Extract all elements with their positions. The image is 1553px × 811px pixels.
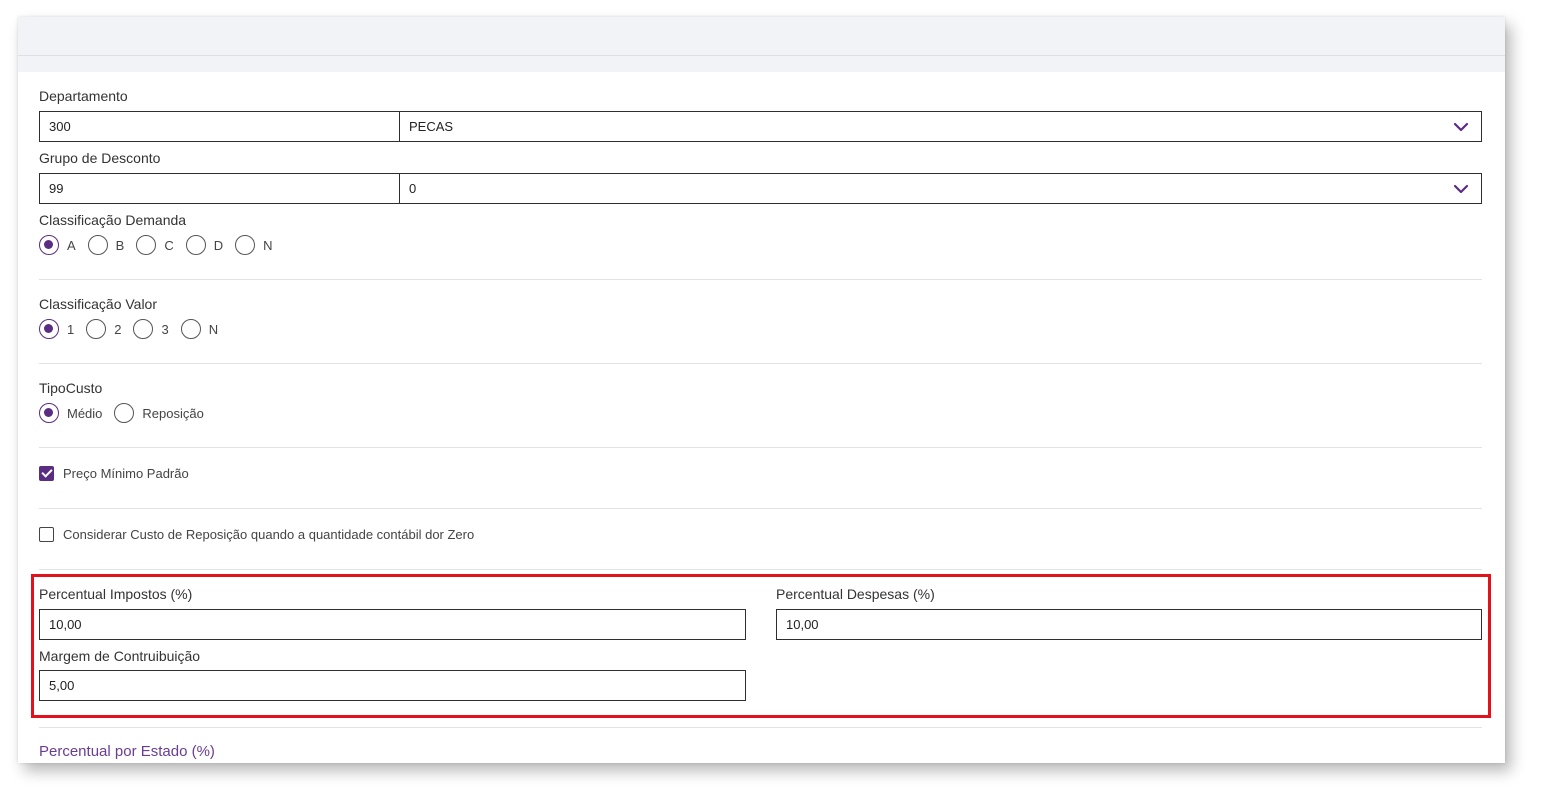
form-window: Departamento 300 PECAS Grupo de Desconto… — [18, 17, 1505, 763]
radio-indicator — [185, 235, 206, 255]
radio-indicator — [86, 319, 107, 339]
classificacao-valor-radio-group: 1 2 3 N — [39, 319, 230, 339]
grupo-desconto-select-value: 0 — [409, 181, 417, 196]
considerar-custo-label: Considerar Custo de Reposição quando a q… — [63, 527, 475, 542]
divider — [39, 569, 1482, 570]
radio-tipo-custo-reposicao[interactable]: Reposição — [114, 403, 204, 423]
divider — [39, 508, 1482, 509]
radio-valor-3[interactable]: 3 — [133, 319, 169, 339]
highlight-box — [31, 574, 1491, 718]
radio-label: N — [263, 237, 273, 253]
radio-label: 3 — [161, 321, 169, 337]
divider — [39, 447, 1482, 448]
radio-label: A — [67, 237, 76, 253]
classificacao-valor-label: Classificação Valor — [39, 296, 158, 312]
chevron-down-icon — [1453, 184, 1469, 194]
considerar-custo-checkbox[interactable]: Considerar Custo de Reposição quando a q… — [39, 527, 474, 542]
radio-indicator — [235, 235, 256, 255]
radio-tipo-custo-medio[interactable]: Médio — [39, 403, 102, 423]
radio-demanda-d[interactable]: D — [185, 235, 224, 255]
radio-label: 2 — [114, 321, 122, 337]
divider — [39, 727, 1482, 728]
grupo-desconto-label: Grupo de Desconto — [39, 150, 161, 166]
chevron-down-icon — [1453, 122, 1469, 132]
departamento-select[interactable]: PECAS — [400, 111, 1482, 142]
radio-label: D — [213, 237, 224, 253]
classificacao-demanda-label: Classificação Demanda — [39, 212, 187, 228]
radio-demanda-c[interactable]: C — [136, 235, 174, 255]
radio-selected-indicator — [39, 319, 59, 339]
preco-minimo-checkbox[interactable]: Preço Mínimo Padrão — [39, 466, 189, 481]
radio-label: 1 — [67, 321, 75, 337]
radio-indicator — [114, 403, 135, 423]
tipo-custo-radio-group: Médio Reposição — [39, 403, 216, 423]
radio-label: B — [115, 237, 125, 253]
radio-label: N — [208, 321, 219, 337]
radio-label: C — [164, 237, 174, 253]
radio-valor-1[interactable]: 1 — [39, 319, 74, 339]
radio-indicator — [136, 235, 157, 255]
radio-selected-indicator — [39, 403, 59, 423]
departamento-code-input[interactable]: 300 — [39, 111, 400, 142]
departamento-label: Departamento — [39, 88, 128, 104]
departamento-select-value: PECAS — [409, 119, 454, 134]
radio-label: Reposição — [142, 405, 204, 421]
radio-demanda-b[interactable]: B — [87, 235, 125, 255]
divider — [39, 279, 1482, 280]
radio-valor-n[interactable]: N — [180, 319, 219, 339]
grupo-desconto-select[interactable]: 0 — [400, 173, 1482, 204]
checkbox-box — [39, 527, 54, 542]
radio-demanda-a[interactable]: A — [39, 235, 76, 255]
radio-valor-2[interactable]: 2 — [86, 319, 121, 339]
radio-selected-indicator — [39, 235, 59, 255]
radio-indicator — [87, 235, 108, 255]
check-icon — [39, 466, 54, 481]
form-content: Departamento 300 PECAS Grupo de Desconto… — [18, 17, 1505, 763]
grupo-desconto-code-input[interactable]: 99 — [39, 173, 400, 204]
preco-minimo-label: Preço Mínimo Padrão — [63, 466, 189, 481]
divider — [39, 363, 1482, 364]
radio-demanda-n[interactable]: N — [235, 235, 273, 255]
classificacao-demanda-radio-group: A B C D N — [39, 235, 285, 255]
tipo-custo-label: TipoCusto — [39, 380, 103, 396]
percentual-estado-title[interactable]: Percentual por Estado (%) — [39, 743, 215, 760]
radio-indicator — [180, 319, 201, 339]
radio-indicator — [133, 319, 154, 339]
radio-label: Médio — [67, 405, 103, 421]
